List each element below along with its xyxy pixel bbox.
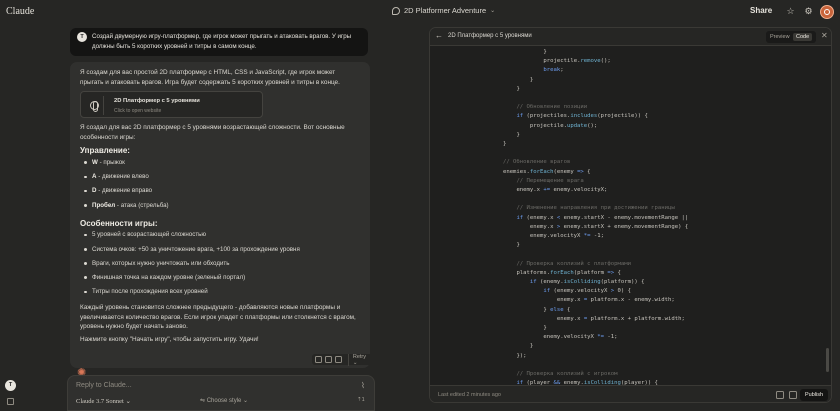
- back-arrow-icon[interactable]: ←: [435, 31, 443, 40]
- publish-button[interactable]: Publish: [800, 389, 828, 401]
- code-line: enemy.velocityX *= -1;: [529, 233, 605, 239]
- controls-heading: Управление:: [80, 146, 130, 156]
- features-heading: Особенности игры:: [80, 218, 158, 228]
- artifact-panel-title: 2D Платформер с 5 уровнями: [448, 33, 532, 39]
- view-toggle: Preview Code: [766, 31, 816, 43]
- assistant-summary: Я создал для вас 2D платформер с 5 уровн…: [80, 124, 345, 141]
- artifact-card[interactable]: 2D Платформер с 5 уровнями Click to open…: [80, 91, 263, 119]
- download-icon[interactable]: [789, 391, 797, 399]
- code-line: // Изменение направления при достижении …: [516, 205, 675, 212]
- star-icon[interactable]: ☆: [785, 6, 796, 17]
- list-item: D - движение вправо: [80, 186, 360, 200]
- share-button[interactable]: Share: [750, 6, 772, 15]
- code-line: }: [502, 141, 507, 147]
- code-line: if (enemy.x < enemy.startX - enemy.movem…: [516, 214, 689, 221]
- user-message-text: Создай двумерную игру-платформер, где иг…: [92, 33, 352, 50]
- code-line: projectile.update();: [529, 122, 598, 129]
- top-bar: Claude 2D Platformer Adventure ⌄ Share ☆…: [0, 0, 840, 24]
- artifact-panel-footer: Last edited 2 minutes ago Publish: [430, 385, 831, 402]
- artifact-panel-header: ← 2D Платформер с 5 уровнями Preview Cod…: [430, 28, 831, 46]
- code-line: if (enemy.velocityX > 0) {: [543, 288, 631, 295]
- assistant-message: Я создам для вас простой 2D платформер с…: [70, 62, 370, 368]
- list-item: Титры после прохождения всех уровней: [80, 287, 360, 301]
- retry-button[interactable]: Retry ⌄: [347, 353, 372, 366]
- attachment-count[interactable]: ⇡1: [357, 397, 365, 403]
- code-line: if (projectiles.includes(projectile)) {: [516, 113, 648, 120]
- code-line: }: [543, 325, 547, 331]
- artifact-subtitle: Click to open website: [114, 108, 162, 115]
- list-item: Пробел - атака (стрельба): [80, 201, 360, 215]
- code-line: enemies.forEach(enemy => {: [502, 168, 591, 175]
- settings-sliders-icon[interactable]: ⚙: [803, 6, 814, 17]
- close-icon[interactable]: ✕: [821, 31, 828, 40]
- chat-title-label: 2D Platformer Adventure: [404, 6, 487, 15]
- user-message-avatar: T: [77, 32, 87, 42]
- code-line: // Обновление врагов: [502, 159, 571, 166]
- chevron-down-icon: ⌄: [490, 8, 496, 14]
- list-item: Враги, которых нужно уничтожать или обхо…: [80, 259, 360, 273]
- globe-icon: [89, 101, 99, 113]
- code-line: // Проверка коллизий с игроком: [516, 371, 618, 377]
- user-avatar[interactable]: [820, 5, 834, 19]
- paperclip-icon[interactable]: ⌇: [361, 381, 365, 390]
- code-line: projectile.remove();: [543, 58, 611, 65]
- code-line: }: [516, 242, 520, 249]
- list-item: A - движение влево: [80, 172, 360, 186]
- message-composer[interactable]: Reply to Claude... ⌇ Claude 3.7 Sonnet ⌄…: [67, 375, 375, 411]
- code-line: }: [516, 131, 520, 138]
- code-viewer[interactable]: } projectile.remove(); break;}} // Обновлен…: [430, 47, 831, 385]
- features-list: 5 уровней с возрастающей сложностью Сист…: [80, 230, 360, 301]
- code-line: // Обновление позиции: [516, 104, 588, 111]
- app-logo[interactable]: Claude: [6, 6, 34, 17]
- list-item: 5 уровней с возрастающей сложностью: [80, 230, 360, 244]
- assistant-intro: Я создам для вас простой 2D платформер с…: [80, 69, 340, 86]
- sidebar-user-avatar[interactable]: T: [5, 380, 16, 391]
- assistant-paragraph: Каждый уровень становится сложнее предыд…: [80, 304, 356, 331]
- thumbs-up-icon[interactable]: [324, 356, 332, 363]
- list-item: Система очков: +50 за уничтожение врага,…: [80, 245, 360, 259]
- user-message: T Создай двумерную игру-платформер, где …: [70, 28, 368, 56]
- message-actions: Retry ⌄: [312, 353, 372, 366]
- code-line: enemy.x = platform.x - enemy.width;: [556, 297, 675, 304]
- last-edited-text: Last edited 2 minutes ago: [438, 392, 501, 398]
- code-line: platforms.forEach(platform => {: [516, 269, 621, 276]
- code-line: // Перемещение врага: [516, 177, 584, 184]
- code-line: enemy.x += enemy.velocityX;: [516, 187, 608, 193]
- scrollbar[interactable]: [826, 348, 829, 372]
- artifact-title: 2D Платформер с 5 уровнями: [114, 98, 200, 105]
- code-line: }: [543, 49, 547, 55]
- style-selector[interactable]: ⇋ Choose style ⌄: [200, 397, 248, 404]
- list-item: W - прыжок: [80, 158, 360, 172]
- copy-icon[interactable]: [776, 391, 784, 399]
- thumbs-down-icon[interactable]: [334, 356, 342, 363]
- controls-list: W - прыжок A - движение влево D - движен…: [80, 158, 360, 215]
- assistant-closing: Нажмите кнопку "Начать игру", чтобы запу…: [80, 336, 259, 344]
- code-line: // Проверка коллизий с платформами: [516, 260, 631, 267]
- reply-input[interactable]: Reply to Claude...: [76, 382, 132, 389]
- code-line: }: [516, 85, 520, 92]
- code-line: }: [529, 343, 534, 350]
- artifact-panel: ← 2D Платформер с 5 уровнями Preview Cod…: [429, 27, 832, 403]
- sidebar-toggle-icon[interactable]: [7, 398, 14, 405]
- code-line: if (enemy.isColliding(platform)) {: [529, 279, 645, 285]
- code-line: enemy.x = platform.x + platform.width;: [556, 315, 685, 322]
- code-line: enemy.velocityX *= -1;: [543, 334, 618, 341]
- code-line: enemy.x > enemy.startX + enemy.movementR…: [529, 223, 689, 230]
- chat-bubble-icon: [392, 6, 400, 15]
- model-selector[interactable]: Claude 3.7 Sonnet ⌄: [76, 397, 131, 405]
- code-line: }: [529, 76, 534, 83]
- code-line: break;: [543, 67, 564, 74]
- tab-code[interactable]: Code: [793, 33, 813, 41]
- chat-title[interactable]: 2D Platformer Adventure ⌄: [392, 6, 495, 15]
- tab-preview[interactable]: Preview: [767, 33, 793, 41]
- artifact-icon-box: [85, 96, 104, 116]
- user-icon: [824, 9, 830, 15]
- code-line: } else {: [543, 306, 571, 313]
- copy-icon[interactable]: [315, 356, 322, 363]
- code-line: });: [516, 352, 527, 359]
- list-item: Финишная точка на каждом уровне (зеленый…: [80, 273, 360, 287]
